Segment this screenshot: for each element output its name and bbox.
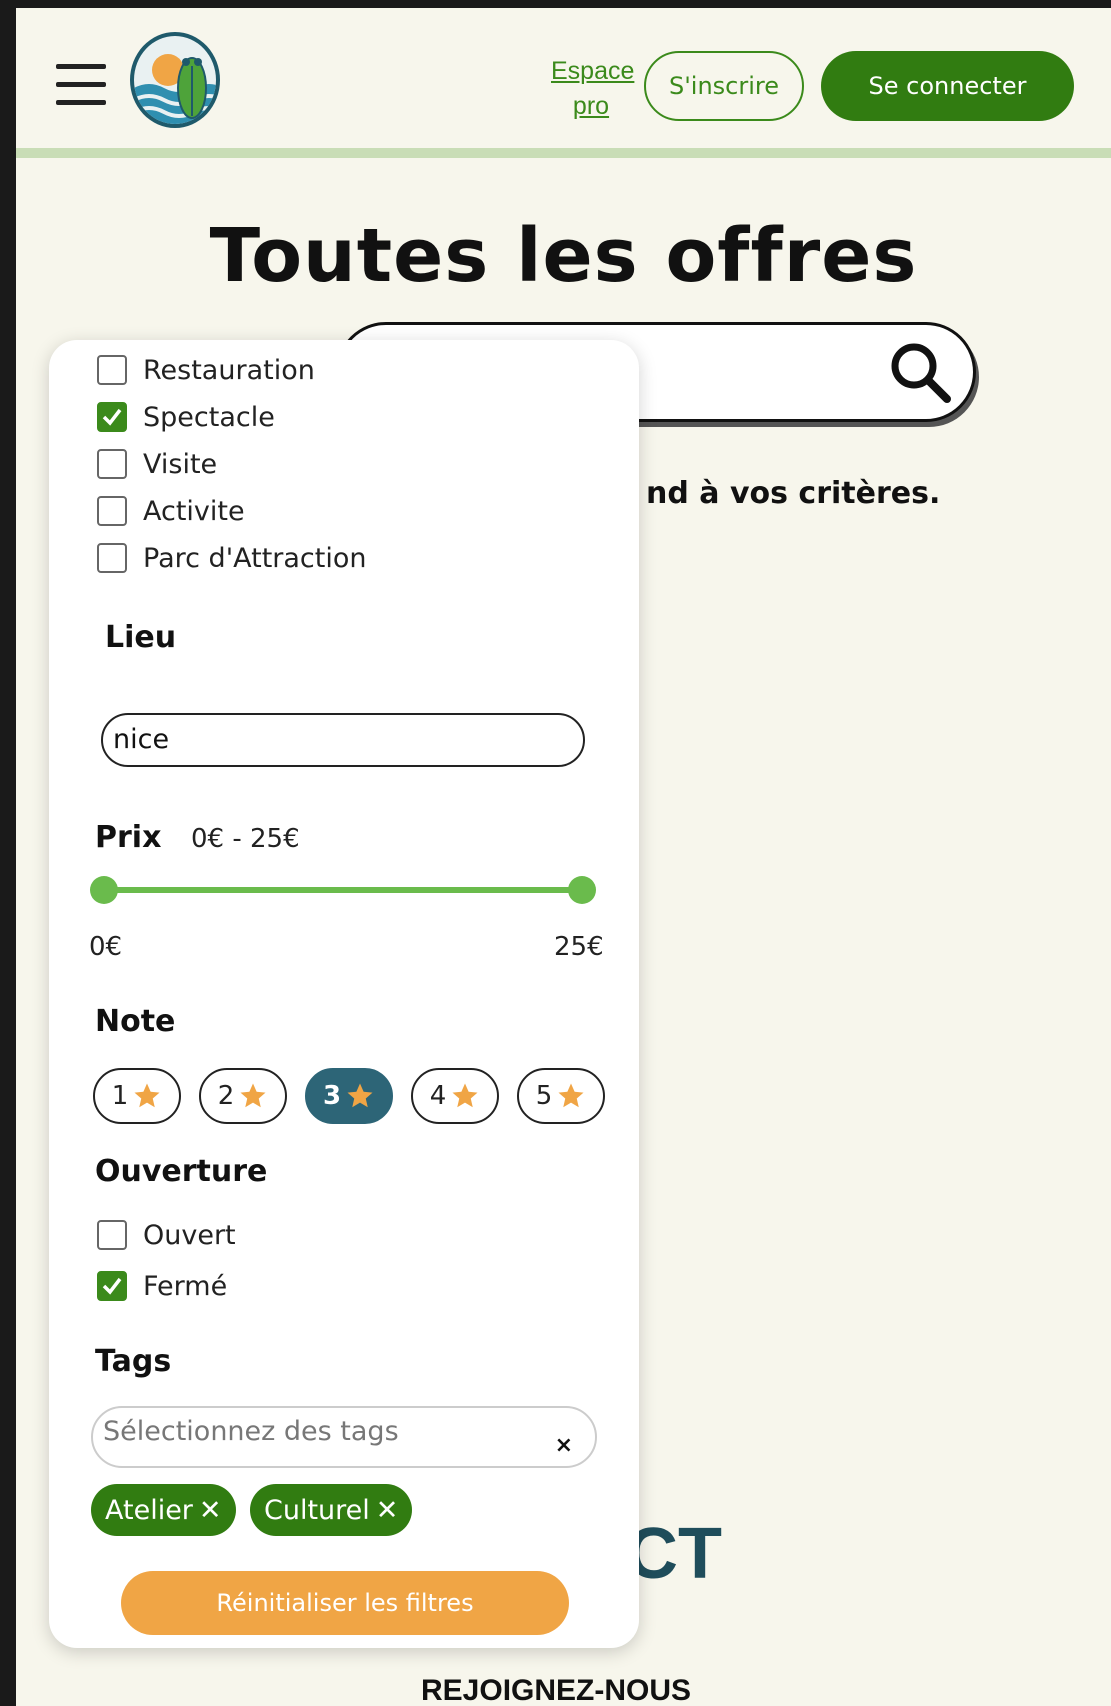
login-button[interactable]: Se connecter [821,51,1074,121]
checkbox[interactable] [97,496,127,526]
ouverture-title: Ouverture [95,1154,268,1189]
checkbox-checked[interactable] [97,1271,127,1301]
note-title: Note [95,1004,176,1039]
filter-category-parc[interactable]: Parc d'Attraction [97,538,367,578]
filter-category-visite[interactable]: Visite [97,444,217,484]
checkbox-label: Ouvert [143,1219,236,1251]
checkbox[interactable] [97,1220,127,1250]
remove-tag-icon[interactable]: ✕ [376,1495,399,1526]
remove-tag-icon[interactable]: ✕ [199,1495,222,1526]
star-icon [134,1083,160,1108]
contact-heading: CT [626,1514,722,1594]
note-value: 1 [111,1081,129,1111]
site-logo[interactable] [130,32,220,128]
checkbox[interactable] [97,449,127,479]
price-min-label: 0€ [89,932,123,962]
espace-pro-link[interactable]: Espace pro [551,54,634,124]
checkbox-label: Visite [143,448,218,480]
filter-ferme[interactable]: Fermé [97,1266,227,1306]
note-value: 5 [535,1081,553,1111]
note-value: 4 [429,1081,447,1111]
search-icon[interactable] [887,339,955,407]
no-result-message: nd à vos critères. [646,476,941,511]
tags-select[interactable]: Sélectionnez des tags × [91,1406,597,1468]
reset-filters-button[interactable]: Réinitialiser les filtres [121,1571,569,1635]
checkbox-label: Parc d'Attraction [143,542,367,574]
page-title: Toutes les offres [209,213,918,299]
filter-category-restauration[interactable]: Restauration [97,350,315,390]
tag-chip-atelier[interactable]: Atelier ✕ [91,1484,236,1536]
filter-category-activite[interactable]: Activite [97,491,245,531]
star-icon [452,1083,478,1108]
checkbox[interactable] [97,355,127,385]
price-slider-min-handle[interactable] [90,876,118,904]
note-option-5[interactable]: 5 [517,1068,605,1124]
hamburger-menu-icon[interactable] [56,64,106,106]
prix-title: Prix [95,820,162,855]
price-max-label: 25€ [554,932,604,962]
site-header: Espace pro S'inscrire Se connecter [16,8,1111,158]
check-icon [102,408,122,426]
footer-heading: REJOIGNEZ-NOUS [421,1674,692,1706]
note-value: 2 [217,1081,235,1111]
checkbox-label: Activite [143,495,245,527]
filter-panel: Restauration Spectacle Visite Activite P… [49,340,639,1648]
note-option-4[interactable]: 4 [411,1068,499,1124]
checkbox-checked[interactable] [97,402,127,432]
prix-range-value: 0€ - 25€ [191,824,300,854]
tag-label: Culturel [264,1494,370,1526]
note-option-3-selected[interactable]: 3 [305,1068,393,1124]
checkbox-label: Restauration [143,354,315,386]
lieu-title: Lieu [105,620,177,655]
price-slider-track[interactable] [104,887,582,893]
note-value: 3 [322,1081,342,1111]
check-icon [102,1277,122,1295]
filter-ouvert[interactable]: Ouvert [97,1215,236,1255]
tags-title: Tags [95,1344,172,1379]
page-frame: Espace pro S'inscrire Se connecter Toute… [16,8,1111,1706]
checkbox[interactable] [97,543,127,573]
note-option-2[interactable]: 2 [199,1068,287,1124]
price-slider-max-handle[interactable] [568,876,596,904]
tag-chip-culturel[interactable]: Culturel ✕ [250,1484,413,1536]
signup-button[interactable]: S'inscrire [644,51,804,121]
tag-label: Atelier [105,1494,193,1526]
star-icon [347,1083,373,1108]
checkbox-label: Spectacle [143,401,275,433]
filter-category-spectacle[interactable]: Spectacle [97,397,275,437]
clear-icon[interactable]: × [555,1422,573,1470]
star-icon [240,1083,266,1108]
star-icon [558,1083,584,1108]
lieu-input[interactable]: nice [101,713,585,767]
tags-placeholder: Sélectionnez des tags [103,1416,399,1447]
checkbox-label: Fermé [143,1270,228,1302]
note-option-1[interactable]: 1 [93,1068,181,1124]
